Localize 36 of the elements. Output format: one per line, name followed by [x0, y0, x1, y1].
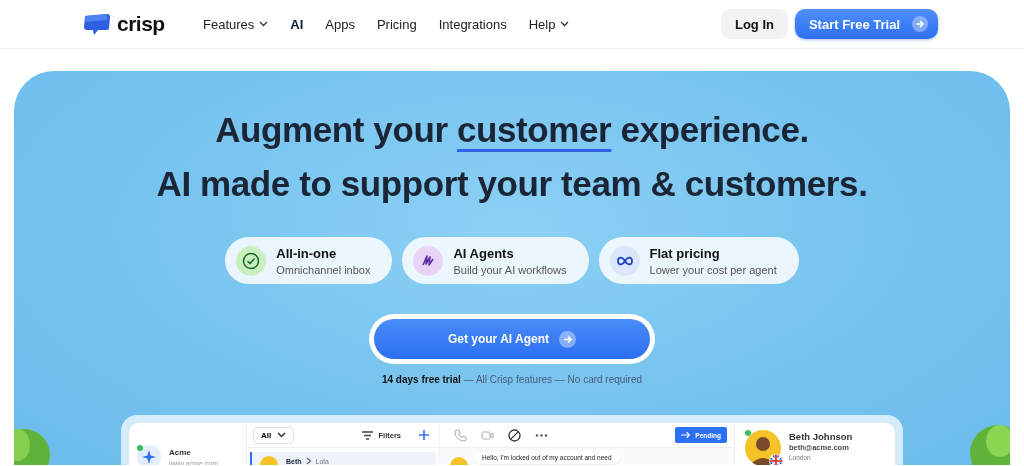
caret-icon: [277, 432, 287, 438]
online-dot: [745, 430, 751, 436]
nav-link[interactable]: Integrations: [438, 16, 507, 32]
squiggle-icon: [413, 245, 444, 276]
workspace-name: Acme: [169, 447, 192, 457]
logo-text[interactable]: crisp: [117, 12, 165, 36]
check-icon: [236, 245, 267, 276]
chevron-icon: [305, 457, 312, 465]
feature-title: Flat pricing: [649, 245, 721, 261]
infinity-icon: [609, 245, 640, 276]
nav-link[interactable]: Help: [528, 16, 570, 32]
arrow-icon: [681, 431, 691, 439]
filter-dropdown[interactable]: All: [253, 426, 295, 444]
cta-button[interactable]: Get your AI Agent: [374, 319, 650, 359]
nav-link[interactable]: Apps: [325, 16, 355, 32]
logo-icon: [83, 12, 111, 36]
nav-link[interactable]: AI: [290, 16, 304, 32]
block-icon[interactable]: [508, 428, 521, 442]
feature-title: AI Agents: [453, 245, 515, 261]
filter-icon: [362, 430, 374, 440]
plus-icon[interactable]: [419, 430, 429, 440]
headline-text: AI made to support your team & customers.: [156, 163, 868, 205]
trial-note: 14 days free trial — All Crisp features — No card required: [381, 374, 643, 385]
contact-name: Beth Johnson: [789, 431, 853, 442]
feature-subtitle: Omnichannel inbox: [276, 263, 371, 276]
online-dot: [137, 445, 143, 451]
login-button[interactable]: Log In: [720, 9, 788, 39]
phone-icon[interactable]: [454, 428, 467, 442]
nav-link[interactable]: Pricing: [376, 16, 417, 32]
feature-title: All-in-one: [276, 245, 338, 261]
feature-subtitle: Build your AI workflows: [453, 263, 567, 276]
sparkle-icon: [142, 450, 156, 464]
headline-text: Augment your customer experience.: [215, 109, 809, 151]
trial-button[interactable]: Start Free Trial: [794, 9, 938, 39]
nav-link[interactable]: Features: [203, 16, 269, 32]
feature-subtitle: Lower your cost per agent: [649, 263, 777, 276]
